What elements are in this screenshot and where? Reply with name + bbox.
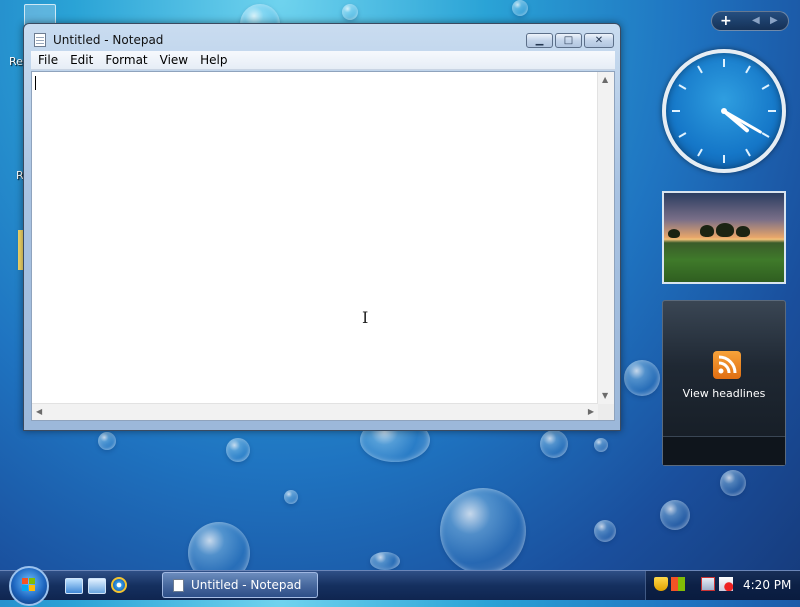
menu-bar: File Edit Format View Help	[31, 51, 615, 70]
wallpaper-bubble	[512, 0, 528, 16]
maximize-button[interactable]: □	[555, 33, 582, 48]
view-headlines-link[interactable]: View headlines	[663, 387, 785, 400]
wallpaper-bubble	[370, 552, 400, 570]
windows-orb-icon	[22, 578, 35, 591]
clock-tick	[761, 84, 770, 90]
ibeam-cursor-icon: I	[362, 308, 369, 327]
clock-tick	[745, 148, 751, 157]
menu-format[interactable]: Format	[99, 51, 153, 69]
switch-windows-icon[interactable]	[88, 578, 106, 594]
notepad-window[interactable]: Untitled - Notepad ▁ □ ✕ File Edit Format V…	[23, 23, 621, 431]
notepad-icon	[34, 33, 46, 47]
wallpaper-bubble	[226, 438, 250, 462]
scroll-right-arrow-icon[interactable]: ▶	[588, 407, 594, 417]
wallpaper-bubble	[540, 430, 568, 458]
sidebar-prev-icon[interactable]: ◀	[752, 15, 760, 26]
taskbar-notepad-label: Untitled - Notepad	[191, 578, 302, 592]
menu-edit[interactable]: Edit	[64, 51, 99, 69]
clock-tick	[761, 132, 770, 138]
system-clock[interactable]: 4:20 PM	[743, 578, 791, 592]
wallpaper-bubble	[284, 490, 298, 504]
feed-footer	[663, 436, 785, 465]
minimize-button[interactable]: ▁	[526, 33, 553, 48]
wallpaper-bubble	[342, 4, 358, 20]
title-bar[interactable]: Untitled - Notepad ▁ □ ✕	[24, 24, 620, 52]
photo-tree	[700, 225, 714, 237]
wallpaper-bubble	[720, 470, 746, 496]
desktop-icon-label[interactable]: Re	[9, 55, 23, 68]
menu-help[interactable]: Help	[194, 51, 233, 69]
sidebar-next-icon[interactable]: ▶	[770, 15, 778, 26]
shield-icon[interactable]	[654, 577, 668, 591]
windows-flag-icon[interactable]	[671, 577, 685, 591]
clock-tick	[745, 65, 751, 74]
sidebar-control-bar: + ◀ ▶	[711, 11, 789, 31]
window-title: Untitled - Notepad	[53, 33, 164, 47]
clock-tick	[678, 132, 687, 138]
clock-tick	[678, 84, 687, 90]
notepad-icon	[173, 579, 184, 592]
horizontal-scrollbar[interactable]: ◀ ▶	[32, 403, 598, 420]
wallpaper-bubble	[594, 438, 608, 452]
vertical-scrollbar[interactable]: ▲ ▼	[597, 72, 614, 404]
ie-icon[interactable]	[111, 577, 127, 593]
resize-grip-icon[interactable]	[598, 404, 614, 420]
menu-view[interactable]: View	[154, 51, 194, 69]
clock-gadget[interactable]	[662, 49, 786, 173]
wallpaper-bubble	[594, 520, 616, 542]
wallpaper-bubble	[624, 360, 660, 396]
close-button[interactable]: ✕	[584, 33, 614, 48]
photo-tree	[736, 226, 750, 237]
wallpaper-bubble	[440, 488, 526, 574]
wallpaper-bubble	[660, 500, 690, 530]
menu-file[interactable]: File	[32, 51, 64, 69]
start-button[interactable]	[9, 566, 49, 606]
scroll-left-arrow-icon[interactable]: ◀	[36, 407, 42, 417]
scroll-down-arrow-icon[interactable]: ▼	[602, 391, 608, 401]
add-gadget-button[interactable]: +	[720, 13, 732, 29]
taskbar-notepad-button[interactable]: Untitled - Notepad	[162, 572, 318, 598]
volume-muted-icon[interactable]	[719, 577, 733, 591]
rss-feed-icon	[713, 351, 741, 379]
show-desktop-icon[interactable]	[65, 578, 83, 594]
notification-area: 4:20 PM	[645, 571, 800, 600]
clock-tick	[697, 65, 703, 74]
photo-tree	[668, 229, 680, 238]
scroll-up-arrow-icon[interactable]: ▲	[602, 75, 608, 85]
clock-tick	[697, 148, 703, 157]
text-editor-area[interactable]: ▲ ▼ ◀ ▶	[31, 71, 615, 421]
feed-headlines-gadget[interactable]: View headlines	[662, 300, 786, 466]
clock-face-icon	[672, 59, 776, 163]
photo-tree	[716, 223, 734, 237]
wallpaper-bubble	[98, 432, 116, 450]
text-caret	[35, 76, 36, 90]
slideshow-gadget[interactable]	[662, 191, 786, 284]
network-icon[interactable]	[701, 577, 715, 591]
